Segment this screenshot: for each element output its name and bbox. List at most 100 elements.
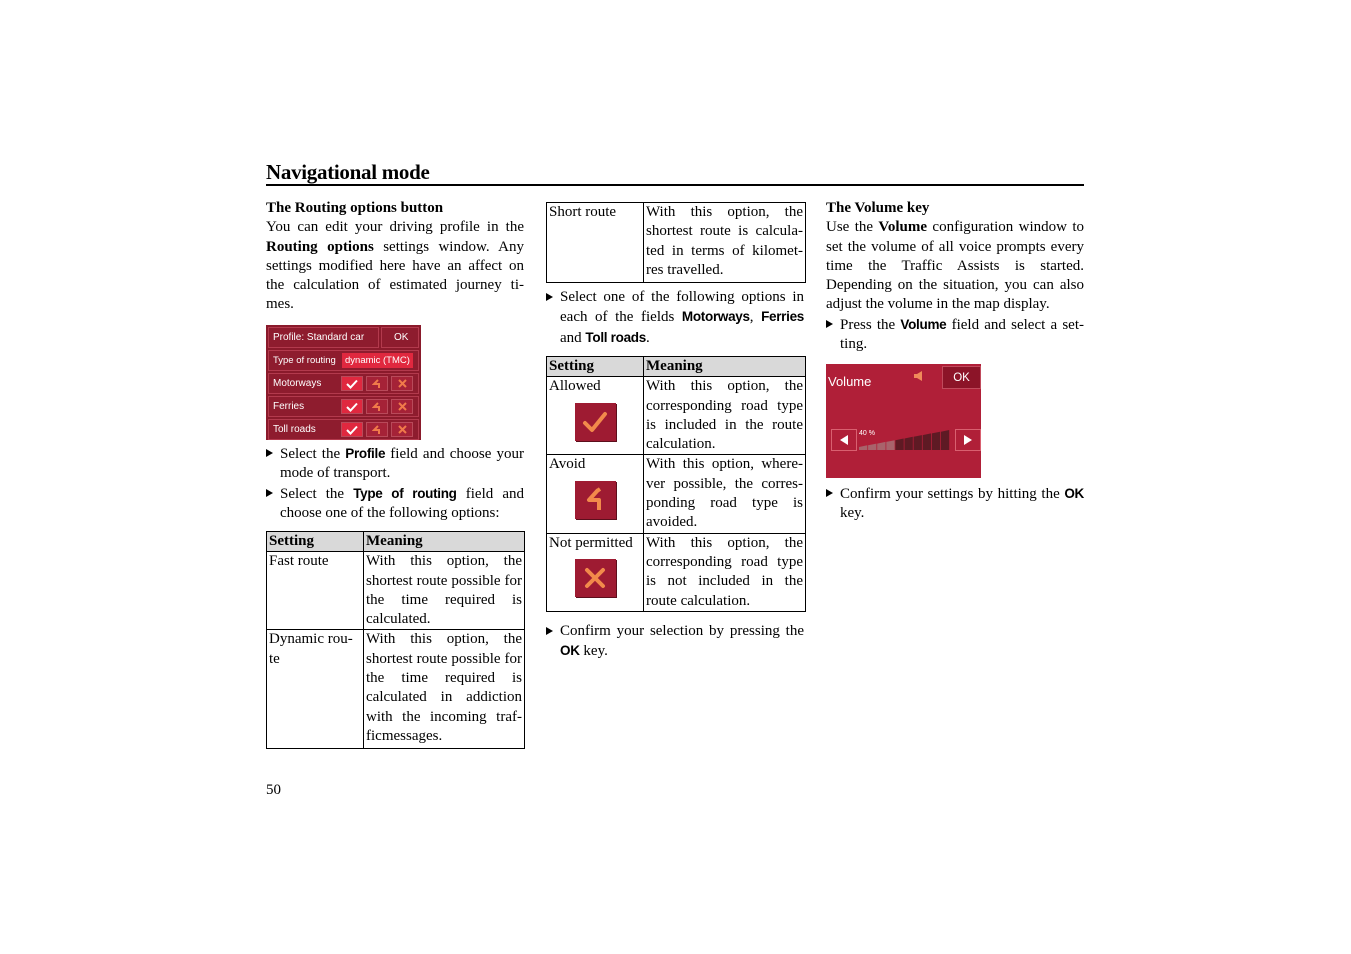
bullet-select-routing-type: Select the Type of routing field and cho… <box>266 484 524 524</box>
volume-segment-empty <box>931 431 941 450</box>
text: . <box>645 329 650 346</box>
ferries-label: Ferries <box>273 401 305 412</box>
header-meaning: Meaning <box>363 530 525 553</box>
ok-button[interactable]: OK <box>381 327 419 348</box>
allowed-button[interactable] <box>341 422 363 437</box>
column-2-confirm: Confirm your selection by pressing the O… <box>546 622 804 662</box>
bullet-arrow-icon <box>266 449 273 457</box>
ok-button[interactable]: OK <box>942 366 981 389</box>
avoid-icon <box>372 401 380 411</box>
table-header: Setting Meaning <box>266 530 525 553</box>
ferries-row: Ferries <box>268 396 419 417</box>
routing-type-value[interactable]: dynamic (TMC) <box>342 353 413 368</box>
table-row: Not permitted With this option, the corr… <box>546 532 806 612</box>
volume-segment-empty <box>895 438 904 450</box>
text: Select the <box>280 446 346 462</box>
column-1: The Routing options button You can edit … <box>266 199 524 315</box>
table-row: Dynamic rou-te With this option, the sho… <box>266 629 525 750</box>
setting-label: Allowed <box>549 378 601 395</box>
type-of-routing-field[interactable]: Type of routing dynamic (TMC) <box>268 350 419 371</box>
bullet-select-road-options: Select one of the following options in e… <box>546 288 804 348</box>
arrow-right-icon <box>964 435 972 445</box>
ui-term: Volume <box>900 316 947 332</box>
volume-intro: Use the Volume configuration window to s… <box>826 218 1084 314</box>
volume-key-heading: The Volume key <box>826 200 930 216</box>
table-row: Fast route With this option, the shortes… <box>266 551 525 631</box>
speaker-icon <box>914 371 922 381</box>
arrow-left-icon <box>840 435 848 445</box>
column-2-text: Select one of the following options in e… <box>546 288 804 348</box>
header-meaning: Meaning <box>643 355 806 378</box>
text: settings window. Any <box>373 238 524 255</box>
column-3: The Volume key Use the Volume configurat… <box>826 199 1084 354</box>
text: Select the <box>280 485 354 502</box>
setting-cell: Avoid <box>546 454 644 534</box>
bullet-arrow-icon <box>546 627 553 635</box>
text: Press the <box>840 316 901 333</box>
allowed-button[interactable] <box>341 399 363 414</box>
bold-term: Volume <box>878 219 928 236</box>
meaning-cell: With this option, the shortest route pos… <box>363 629 525 750</box>
volume-title: Volume <box>828 374 872 389</box>
avoid-button[interactable] <box>366 399 388 414</box>
ui-term: Toll roads <box>585 329 646 345</box>
meaning-cell: With this option, the shortest route is … <box>643 202 806 283</box>
bullet-arrow-icon <box>266 488 273 497</box>
meaning-cell: With this option, the corresponding road… <box>643 376 806 456</box>
header-setting: Setting <box>546 355 644 378</box>
text: key. <box>579 643 608 660</box>
not-permitted-button[interactable] <box>391 422 413 437</box>
checkmark-icon <box>583 411 607 432</box>
page-title: Navigational mode <box>266 160 430 184</box>
not-permitted-icon-box <box>574 558 616 597</box>
avoid-icon <box>372 378 380 388</box>
allowed-button[interactable] <box>341 376 363 391</box>
toll-roads-row: Toll roads <box>268 419 419 440</box>
text: and <box>560 329 586 346</box>
cross-icon <box>397 402 407 411</box>
meaning-cell: With this option, the corresponding road… <box>643 532 806 612</box>
volume-segment-filled <box>868 443 877 450</box>
ui-term: Ferries <box>761 309 804 325</box>
cross-icon <box>397 379 407 388</box>
routing-options-heading: The Routing options button <box>266 200 444 216</box>
ui-term: Type of routing <box>353 485 457 501</box>
cross-icon <box>585 567 605 588</box>
setting-cell: Allowed <box>546 376 644 456</box>
routing-type-table-continued: Short route With this option, the shorte… <box>546 202 806 283</box>
text: key. <box>840 505 865 522</box>
volume-decrease-button[interactable] <box>831 429 857 451</box>
setting-cell: Fast route <box>266 551 364 631</box>
bullet-confirm-selection: Confirm your selection by pressing the O… <box>546 622 804 662</box>
volume-segment-filled <box>877 441 886 450</box>
avoid-icon <box>372 424 380 434</box>
ui-term: Profile <box>345 446 386 461</box>
ok-label: OK <box>394 332 409 343</box>
routing-type-table: Setting Meaning Fast route With this opt… <box>266 530 525 750</box>
not-permitted-button[interactable] <box>391 399 413 414</box>
page-number: 50 <box>266 782 281 798</box>
volume-segment-empty <box>904 436 913 450</box>
setting-cell: Short route <box>546 202 644 283</box>
bullet-arrow-icon <box>826 319 833 328</box>
bullet-confirm-settings: Confirm your settings by hitting the OK … <box>826 484 1084 524</box>
bold-term: Routing options <box>266 238 374 255</box>
text: Confirm your settings by hitting the <box>840 486 1065 502</box>
ui-term: Motorways <box>681 309 750 325</box>
column-3-confirm: Confirm your settings by hitting the OK … <box>826 484 1084 524</box>
volume-slider[interactable] <box>859 430 950 450</box>
not-permitted-button[interactable] <box>391 376 413 391</box>
volume-increase-button[interactable] <box>955 429 981 451</box>
table-row: Avoid With this option, where-ver possib… <box>546 454 806 534</box>
bullet-arrow-icon <box>826 489 833 497</box>
avoid-button[interactable] <box>366 376 388 391</box>
routing-options-panel: Profile: Standard car OK Type of routing… <box>266 325 421 440</box>
profile-field[interactable]: Profile: Standard car <box>268 327 379 348</box>
text: , <box>749 309 762 326</box>
meaning-cell: With this option, where-ver possible, th… <box>643 454 806 534</box>
checkmark-icon <box>346 402 358 412</box>
road-type-options-table: Setting Meaning Allowed With this option… <box>546 355 806 612</box>
avoid-button[interactable] <box>366 422 388 437</box>
ui-term: OK <box>560 643 580 659</box>
table-row: Short route With this option, the shorte… <box>546 202 806 283</box>
